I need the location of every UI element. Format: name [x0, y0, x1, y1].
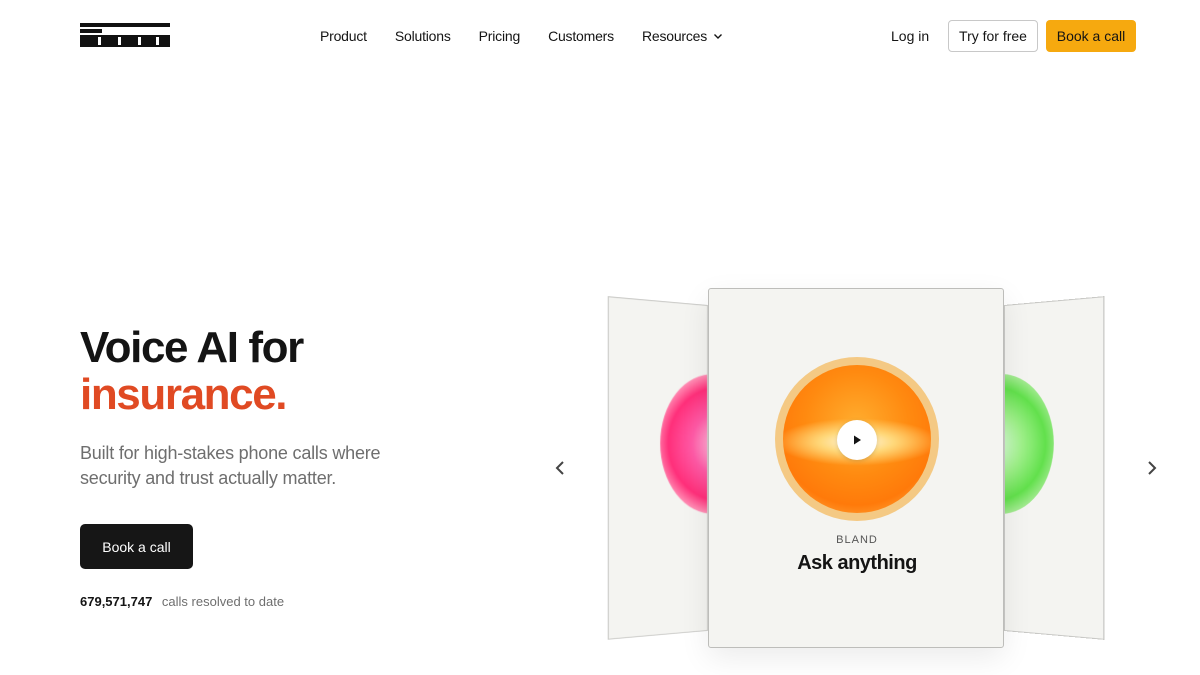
calls-label: calls resolved to date	[161, 594, 285, 609]
carousel-card-next[interactable]	[1004, 296, 1105, 640]
calls-count: 679,571,747	[80, 594, 153, 609]
pink-voice-orb	[660, 372, 708, 516]
bland-logo[interactable]	[80, 23, 170, 47]
hero-subtitle: Built for high-stakes phone calls where …	[80, 443, 381, 488]
carousel-card-prev[interactable]	[608, 296, 708, 640]
chevron-left-icon[interactable]	[550, 458, 570, 478]
calls-stat: 679,571,747 calls resolved to date	[80, 593, 284, 611]
play-icon	[854, 435, 861, 445]
card-title: Ask anything	[797, 552, 917, 574]
green-voice-orb	[1004, 371, 1054, 516]
top-nav: Product Solutions Pricing Customers Reso…	[0, 0, 1200, 72]
hero-title-line1: Voice AI for	[80, 323, 304, 372]
nav-product[interactable]: Product	[320, 26, 367, 46]
chevron-right-icon[interactable]	[1142, 458, 1162, 478]
login-link[interactable]: Log in	[891, 26, 929, 46]
card-brand: BLAND	[836, 534, 878, 546]
carousel-card-active[interactable]: BLAND Ask anything	[708, 288, 1004, 648]
try-for-free-button[interactable]: Try for free	[948, 20, 1038, 52]
chevron-down-icon	[714, 34, 723, 39]
hero-title: Voice AI for insurance.	[80, 323, 304, 419]
main-menu: Product Solutions Pricing Customers Reso…	[320, 26, 723, 46]
book-call-hero-button[interactable]: Book a call	[80, 524, 193, 569]
nav-pricing[interactable]: Pricing	[479, 26, 521, 46]
play-button[interactable]	[837, 420, 877, 460]
book-call-nav-button[interactable]: Book a call	[1046, 20, 1136, 52]
nav-customers[interactable]: Customers	[548, 26, 614, 46]
nav-resources[interactable]: Resources	[642, 26, 723, 46]
hero-title-accent: insurance.	[80, 370, 287, 419]
nav-solutions[interactable]: Solutions	[395, 26, 451, 46]
